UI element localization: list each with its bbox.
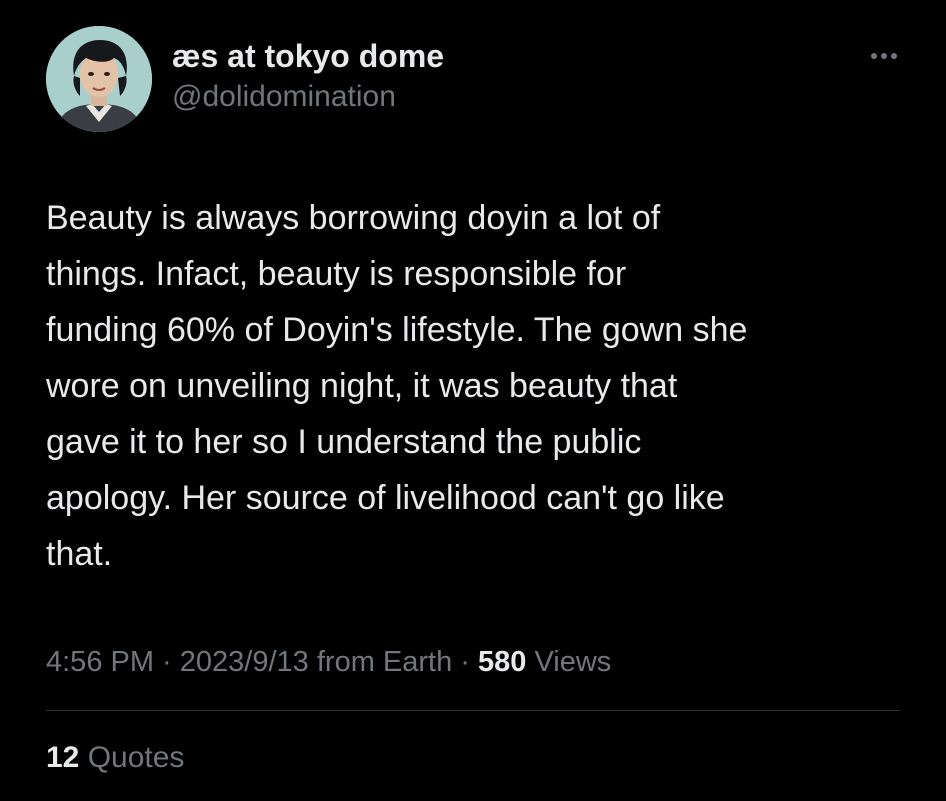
more-options-button[interactable] (862, 44, 906, 68)
more-dot-icon (871, 53, 877, 59)
tweet-text-line: wore on unveiling night, it was beauty t… (46, 367, 678, 405)
tweet-time[interactable]: 4:56 PM (46, 646, 154, 678)
quotes-label: Quotes (79, 741, 185, 774)
user-handle[interactable]: @dolidomination (172, 78, 444, 116)
divider (46, 710, 900, 711)
tweet-text-line: things. Infact, beauty is responsible fo… (46, 255, 627, 293)
tweet-text-line: that. (46, 535, 113, 573)
user-identity: æs at tokyo dome @dolidomination (172, 36, 444, 116)
meta-separator: · (452, 646, 479, 678)
tweet-text-line: funding 60% of Doyin's lifestyle. The go… (46, 311, 748, 349)
more-dot-icon (881, 53, 887, 59)
tweet-text-line: apology. Her source of livelihood can't … (46, 479, 725, 517)
tweet-text-line: gave it to her so I understand the publi… (46, 423, 642, 461)
quotes-link[interactable]: 12 Quotes (46, 738, 184, 778)
more-dot-icon (891, 53, 897, 59)
tweet-date[interactable]: 2023/9/13 (180, 646, 309, 678)
tweet-source: from Earth (308, 646, 453, 678)
tweet-card: æs at tokyo dome @dolidomination Beauty … (0, 0, 946, 801)
tweet-header: æs at tokyo dome @dolidomination (46, 26, 906, 134)
tweet-text-line: Beauty is always borrowing doyin a lot o… (46, 199, 661, 237)
views-label[interactable]: Views (526, 646, 611, 678)
avatar[interactable] (46, 26, 152, 132)
avatar-photo-icon (46, 26, 152, 132)
meta-separator: · (154, 646, 180, 678)
tweet-meta: 4:56 PM · 2023/9/13 from Earth · 580 Vie… (46, 642, 611, 682)
display-name[interactable]: æs at tokyo dome (172, 36, 444, 76)
quotes-count: 12 (46, 741, 80, 774)
views-count[interactable]: 580 (478, 646, 526, 678)
tweet-text: Beauty is always borrowing doyin a lot o… (46, 190, 916, 582)
